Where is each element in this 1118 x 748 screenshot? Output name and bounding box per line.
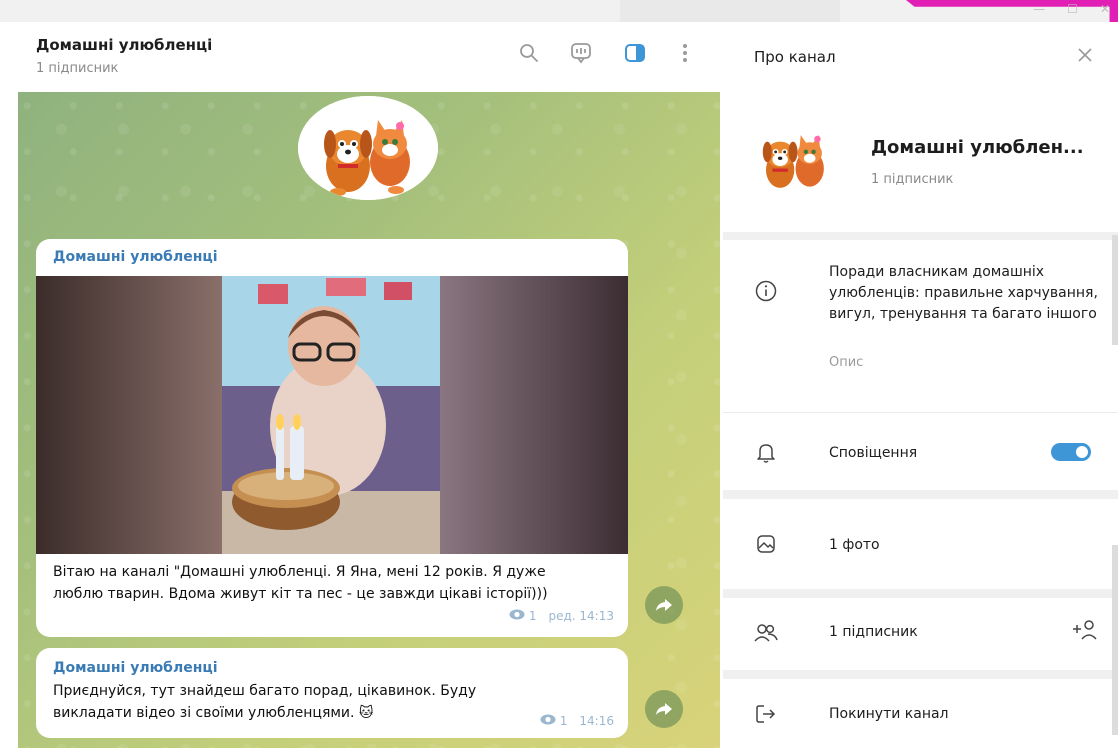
chat-title[interactable]: Домашні улюбленці — [36, 36, 212, 54]
channel-name: Домашні улюблен... — [871, 137, 1084, 158]
forward-arrow-icon — [656, 703, 672, 715]
users-icon — [753, 620, 779, 646]
add-member-icon[interactable] — [1070, 616, 1100, 644]
channel-avatar[interactable] — [748, 112, 838, 202]
edited-time: ред. 14:13 — [548, 609, 614, 623]
window-controls: — ☐ ✕ — [1033, 0, 1110, 18]
views-icon — [540, 714, 556, 728]
more-vertical-icon[interactable] — [672, 40, 698, 66]
channel-details-section: Поради власникам домашніх улюбленців: пр… — [723, 240, 1118, 490]
channel-info-panel: Про канал Домашні улюблен... 1 підписник… — [723, 22, 1118, 748]
maximize-icon[interactable]: ☐ — [1067, 2, 1078, 16]
edge-decoration — [1112, 545, 1118, 735]
view-count: 1 — [559, 714, 568, 728]
title-bar-gap — [620, 0, 840, 22]
message-time: 14:16 — [579, 714, 614, 728]
window-close-icon[interactable]: ✕ — [1100, 2, 1110, 16]
members-count-link[interactable]: 1 підписник — [829, 624, 918, 640]
panel-header: Про канал — [723, 22, 1118, 102]
message-text-line: люблю тварин. Вдома живут кіт та пес - ц… — [53, 586, 548, 602]
info-icon — [753, 278, 779, 304]
photo-icon — [753, 531, 779, 557]
panel-title: Про канал — [754, 48, 836, 66]
notifications-toggle[interactable] — [1051, 443, 1091, 461]
message-sender[interactable]: Домашні улюбленці — [53, 660, 218, 676]
bell-icon — [753, 440, 779, 466]
minimize-icon[interactable]: — — [1033, 2, 1045, 16]
sidebar-toggle-icon[interactable] — [622, 40, 648, 66]
message-text-line: Вітаю на каналі "Домашні улюбленці. Я Ян… — [53, 564, 546, 580]
chat-message-area[interactable]: Домашні улюбленці Вітаю на каналі "Домаш… — [18, 92, 720, 748]
channel-description: Поради власникам домашніх улюбленців: пр… — [829, 264, 1098, 322]
channel-profile-card: Домашні улюблен... 1 підписник — [723, 102, 1118, 232]
message-meta: 1 14:16 — [540, 714, 614, 728]
forward-arrow-icon — [656, 599, 672, 611]
channel-subscriber-count: 1 підписник — [871, 172, 954, 187]
notifications-label: Сповіщення — [829, 445, 918, 461]
message-meta: 1 ред. 14:13 — [509, 609, 614, 623]
chat-header: Домашні улюбленці 1 підписник — [18, 22, 718, 92]
message-text-line: викладати відео зі своїми улюбленцями. 🐱 — [53, 705, 374, 721]
forward-button[interactable] — [645, 586, 683, 624]
description-caption: Опис — [829, 355, 864, 370]
leave-icon — [753, 701, 779, 727]
media-section: 1 фото — [723, 499, 1118, 589]
members-section: 1 підписник — [723, 598, 1118, 670]
leave-section: Покинути канал — [723, 679, 1118, 748]
photos-count-link[interactable]: 1 фото — [829, 537, 880, 553]
leave-channel-button[interactable]: Покинути канал — [829, 706, 949, 722]
forward-button[interactable] — [645, 690, 683, 728]
close-icon[interactable] — [1072, 42, 1098, 68]
channel-post[interactable]: Домашні улюбленці Вітаю на каналі "Домаш… — [36, 239, 628, 637]
divider — [723, 412, 1118, 413]
chat-subscriber-count: 1 підписник — [36, 61, 119, 76]
views-icon — [509, 609, 525, 623]
edge-decoration — [1112, 235, 1118, 345]
search-icon[interactable] — [516, 40, 542, 66]
channel-post[interactable]: Домашні улюбленці Приєднуйся, тут знайде… — [36, 648, 628, 738]
channel-avatar-large[interactable] — [298, 96, 438, 200]
view-count: 1 — [528, 609, 537, 623]
post-photo[interactable] — [36, 276, 628, 554]
live-stream-icon[interactable] — [568, 40, 594, 66]
message-text-line: Приєднуйся, тут знайдеш багато порад, ці… — [53, 683, 477, 699]
message-sender[interactable]: Домашні улюбленці — [53, 249, 218, 265]
